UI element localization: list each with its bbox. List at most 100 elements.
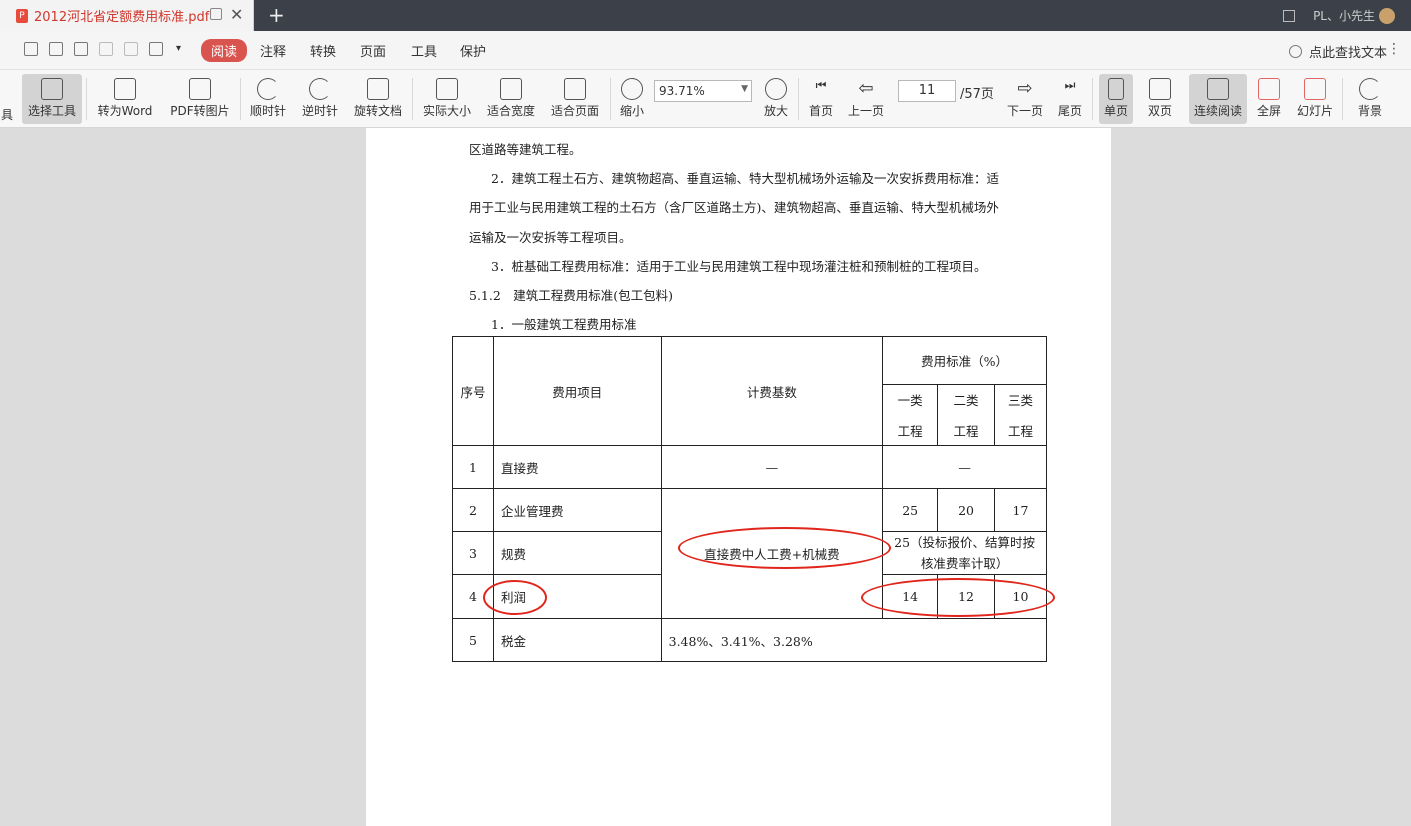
menu-tools[interactable]: 工具 <box>411 41 437 60</box>
page-number-input[interactable]: 11 <box>898 80 956 102</box>
header-standard: 费用标准（%） <box>882 336 1047 385</box>
row-base: 3.48%、3.41%、3.28% <box>660 618 1048 662</box>
single-page-button[interactable]: 单页 <box>1099 74 1133 124</box>
fit-width-button[interactable]: 适合宽度 <box>484 74 538 124</box>
close-tab-icon[interactable]: ✕ <box>230 5 243 24</box>
row-no: 5 <box>452 618 494 662</box>
actual-size-icon <box>436 78 458 100</box>
menu-page[interactable]: 页面 <box>360 41 386 60</box>
rotate-document-button[interactable]: 旋转文档 <box>350 74 406 124</box>
find-text-label: 点此查找文本 <box>1308 46 1387 61</box>
doc-line: 区道路等建筑工程。 <box>469 142 582 157</box>
prev-page-button[interactable]: ⇦ 上一页 <box>846 74 886 124</box>
next-page-button[interactable]: ⇨ 下一页 <box>1004 74 1046 124</box>
zoom-in-button[interactable]: 放大 <box>760 74 792 124</box>
zoom-out-button[interactable]: 缩小 <box>616 74 648 124</box>
row-base: — <box>660 445 884 489</box>
fit-page-icon <box>564 78 586 100</box>
header-class-3: 三类 工程 <box>994 384 1047 446</box>
menu-convert[interactable]: 转换 <box>310 41 336 60</box>
double-page-button[interactable]: 双页 <box>1140 74 1180 124</box>
rotate-ccw-icon <box>309 78 331 100</box>
open-file-icon[interactable] <box>24 42 38 56</box>
zoom-in-icon <box>765 78 787 100</box>
first-page-button[interactable]: ⏮ 首页 <box>804 74 838 124</box>
doc-line: 3．桩基础工程费用标准：适用于工业与民用建筑工程中现场灌注桩和预制桩的工程项目。 <box>491 259 987 274</box>
section-heading: 5.1.2 建筑工程费用标准(包工包料) <box>469 288 674 303</box>
header-item: 费用项目 <box>492 336 662 446</box>
row-no: 2 <box>452 488 494 532</box>
redo-icon[interactable] <box>124 42 138 56</box>
subsection-heading: 1．一般建筑工程费用标准 <box>491 317 637 332</box>
pin-tab-icon[interactable] <box>210 8 222 20</box>
menu-protect[interactable]: 保护 <box>460 41 486 60</box>
annotation-ellipse-base[interactable] <box>678 527 891 569</box>
rotate-counterclockwise-button[interactable]: 逆时针 <box>298 74 342 124</box>
row-class-1: 25 <box>882 488 939 532</box>
row-item: 规费 <box>492 531 662 575</box>
table-row: 5 税金 3.48%、3.41%、3.28% <box>452 618 1048 662</box>
header-class-2: 二类 工程 <box>937 384 996 446</box>
header-class-1: 一类 工程 <box>882 384 939 446</box>
single-page-icon <box>1108 78 1124 100</box>
rotate-clockwise-button[interactable]: 顺时针 <box>246 74 290 124</box>
user-name[interactable]: PL、小先生 <box>1313 7 1375 24</box>
fullscreen-icon <box>1258 78 1280 100</box>
search-icon <box>1288 45 1302 58</box>
fit-width-icon <box>500 78 522 100</box>
document-tab[interactable]: P 2012河北省定额费用标准.pdf ✕ <box>0 0 254 31</box>
first-page-icon: ⏮ <box>815 78 827 92</box>
fullscreen-button[interactable]: 全屏 <box>1254 74 1284 124</box>
select-tool-button[interactable]: 选择工具 <box>22 74 82 124</box>
row-no: 1 <box>452 445 494 489</box>
title-bar: P 2012河北省定额费用标准.pdf ✕ + PL、小先生 <box>0 0 1411 31</box>
double-page-icon <box>1149 78 1171 100</box>
rotate-cw-icon <box>257 78 279 100</box>
last-page-icon: ⏭ <box>1064 78 1076 92</box>
arrow-left-icon: ⇦ <box>858 78 874 99</box>
account-area: PL、小先生 <box>1283 7 1395 24</box>
annotation-ellipse-profit-rates[interactable] <box>861 578 1055 617</box>
doc-line: 用于工业与民用建筑工程的土石方（含厂区道路土方)、建筑物超高、垂直运输、特大型机… <box>469 200 999 215</box>
row-no: 3 <box>452 531 494 575</box>
menu-read[interactable]: 阅读 <box>201 39 248 62</box>
avatar[interactable] <box>1379 7 1395 24</box>
zoom-value: 93.71% <box>659 84 705 98</box>
arrow-right-icon: ⇨ <box>1017 78 1033 99</box>
more-options-icon[interactable]: ⋮ <box>1387 41 1401 57</box>
moon-icon <box>1359 78 1381 100</box>
row-item: 直接费 <box>492 445 662 489</box>
menu-annotate[interactable]: 注释 <box>260 41 286 60</box>
background-button[interactable]: 背景 <box>1350 74 1390 124</box>
row-item: 企业管理费 <box>492 488 662 532</box>
new-tab-button[interactable]: + <box>268 3 285 27</box>
quick-access-dropdown-icon[interactable]: ▾ <box>176 43 181 54</box>
word-convert-icon <box>114 78 136 100</box>
annotation-ellipse-profit[interactable] <box>483 580 547 615</box>
header-base: 计费基数 <box>660 336 884 446</box>
last-page-button[interactable]: ⏭ 尾页 <box>1054 74 1086 124</box>
to-word-button[interactable]: 转为Word <box>94 74 156 124</box>
export-icon[interactable] <box>149 42 163 56</box>
window-mode-icon[interactable] <box>1283 9 1296 22</box>
pdf-to-image-button[interactable]: PDF转图片 <box>168 74 232 124</box>
continuous-read-button[interactable]: 连续阅读 <box>1189 74 1247 124</box>
table-row: 2 企业管理费 直接费中人工费+机械费 25 20 17 <box>452 488 1047 619</box>
save-icon[interactable] <box>49 42 63 56</box>
menu-bar: ▾ 阅读 注释 转换 页面 工具 保护 点此查找文本 ⋮ <box>0 31 1411 70</box>
continuous-read-icon <box>1207 78 1229 100</box>
slideshow-button[interactable]: 幻灯片 <box>1294 74 1336 124</box>
header-no: 序号 <box>452 336 494 446</box>
actual-size-button[interactable]: 实际大小 <box>420 74 474 124</box>
find-text-button[interactable]: 点此查找文本 <box>1288 42 1387 61</box>
undo-icon[interactable] <box>99 42 113 56</box>
tool-partial-hidden[interactable]: 具 <box>0 74 14 124</box>
table-row: 1 直接费 — — <box>452 445 1047 489</box>
row-standard: — <box>882 445 1047 489</box>
print-icon[interactable] <box>74 42 88 56</box>
row-item: 税金 <box>492 618 662 662</box>
rotate-document-icon <box>367 78 389 100</box>
tab-title: 2012河北省定额费用标准.pdf <box>34 10 210 25</box>
fit-page-button[interactable]: 适合页面 <box>548 74 602 124</box>
zoom-select[interactable]: 93.71% ▼ <box>654 80 752 102</box>
